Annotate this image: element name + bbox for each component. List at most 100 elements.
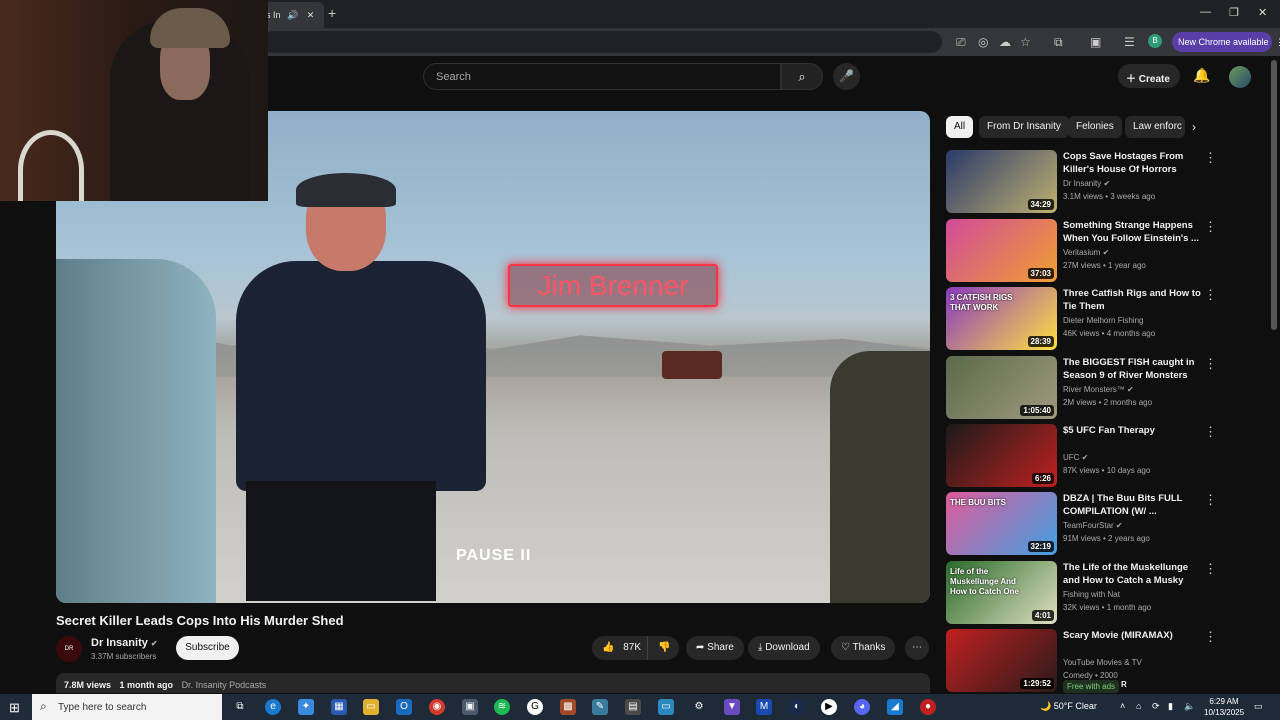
cast-icon[interactable]: ⎚ bbox=[956, 35, 966, 50]
app-purple-icon[interactable]: ▼ bbox=[724, 699, 740, 715]
recommendation-item[interactable]: 37:03 Something Strange Happens When You … bbox=[946, 219, 1236, 283]
notification-center-icon[interactable]: ▭ bbox=[1254, 701, 1263, 712]
settings-gear-icon[interactable]: ⚙ bbox=[691, 699, 707, 715]
hashtag[interactable]: Dr. Insanity Podcasts bbox=[182, 680, 267, 690]
kebab-menu-icon[interactable]: ⋮ bbox=[1204, 492, 1217, 508]
maximize-button[interactable]: ❐ bbox=[1229, 6, 1239, 19]
kebab-menu-icon[interactable]: ⋮ bbox=[1204, 287, 1217, 303]
recommendation-title[interactable]: Something Strange Happens When You Follo… bbox=[1063, 219, 1203, 245]
split-view-icon[interactable]: ▣ bbox=[1090, 35, 1101, 49]
recommendation-item[interactable]: Life of the Muskellunge And How to Catch… bbox=[946, 561, 1236, 625]
recommendation-channel[interactable]: Veritasium ✔ bbox=[1063, 248, 1109, 257]
chip-from-channel[interactable]: From Dr Insanity bbox=[979, 116, 1069, 138]
recommendation-title[interactable]: Cops Save Hostages From Killer's House O… bbox=[1063, 150, 1203, 176]
recommendation-thumbnail[interactable]: Life of the Muskellunge And How to Catch… bbox=[946, 561, 1057, 624]
steam-icon[interactable]: ◐ bbox=[789, 699, 805, 715]
search-input[interactable]: Search bbox=[423, 63, 781, 90]
recommendation-item[interactable]: 34:29 Cops Save Hostages From Killer's Ho… bbox=[946, 150, 1236, 214]
extension-ghost-icon[interactable]: ☁ bbox=[999, 35, 1011, 49]
thanks-button[interactable]: ♡ Thanks bbox=[831, 636, 896, 660]
recommendation-title[interactable]: Three Catfish Rigs and How to Tie Them bbox=[1063, 287, 1203, 313]
recommendation-item[interactable]: 1:29:52 Scary Movie (MIRAMAX) YouTube Movi… bbox=[946, 629, 1236, 693]
tray-sync-icon[interactable]: ⟳ bbox=[1152, 701, 1160, 712]
notifications-bell-icon[interactable]: 🔔 bbox=[1193, 67, 1210, 84]
new-tab-button[interactable]: + bbox=[328, 5, 336, 21]
search-button[interactable]: ⌕ bbox=[781, 63, 823, 90]
app-blue-icon[interactable]: ◢ bbox=[887, 699, 903, 715]
eye-off-icon[interactable]: ◎ bbox=[978, 35, 988, 49]
minimize-button[interactable]: — bbox=[1200, 6, 1211, 18]
extensions-icon[interactable]: ⧉ bbox=[1054, 35, 1063, 50]
recommendation-thumbnail[interactable]: 3 CATFISH RIGS THAT WORK 28:39 bbox=[946, 287, 1057, 350]
recommendation-title[interactable]: The BIGGEST FISH caught in Season 9 of R… bbox=[1063, 356, 1203, 382]
new-chrome-available-button[interactable]: New Chrome available ⋮ bbox=[1172, 32, 1280, 52]
recommendation-thumbnail[interactable]: 37:03 bbox=[946, 219, 1057, 282]
recommendation-channel[interactable]: YouTube Movies & TV bbox=[1063, 658, 1142, 667]
recommendation-item[interactable]: THE BUU BITS 32:19 DBZA | The Buu Bits FUL… bbox=[946, 492, 1236, 556]
recommendation-title[interactable]: The Life of the Muskellunge and How to C… bbox=[1063, 561, 1203, 587]
kebab-menu-icon[interactable]: ⋮ bbox=[1204, 219, 1217, 235]
copilot-icon[interactable]: ✦ bbox=[298, 699, 314, 715]
discord-icon[interactable]: ◕ bbox=[854, 699, 870, 715]
chip-law-enforcement[interactable]: Law enforc bbox=[1125, 116, 1185, 138]
recommendation-channel[interactable]: Dr Insanity ✔ bbox=[1063, 179, 1110, 188]
spotify-icon[interactable]: ≋ bbox=[494, 699, 510, 715]
weather-widget[interactable]: 🌙 50°F Clear bbox=[1040, 701, 1097, 712]
recommendation-item[interactable]: 6:26 $5 UFC Fan Therapy UFC ✔ 87K views • 1… bbox=[946, 424, 1236, 488]
app-display-icon[interactable]: ▭ bbox=[658, 699, 674, 715]
channel-avatar[interactable]: DR bbox=[56, 636, 82, 662]
create-button[interactable]: ＋ Create bbox=[1118, 64, 1180, 88]
account-avatar[interactable] bbox=[1229, 66, 1251, 88]
recommendation-item[interactable]: 1:05:40 The BIGGEST FISH caught in Season… bbox=[946, 356, 1236, 420]
file-explorer-icon[interactable]: ▭ bbox=[363, 699, 379, 715]
close-window-button[interactable]: ✕ bbox=[1258, 6, 1267, 19]
recommendation-thumbnail[interactable]: 1:05:40 bbox=[946, 356, 1057, 419]
app-game-icon[interactable]: ▩ bbox=[560, 699, 576, 715]
kebab-menu-icon[interactable]: ⋮ bbox=[1204, 150, 1217, 166]
app-notes-icon[interactable]: ✎ bbox=[592, 699, 608, 715]
kebab-menu-icon[interactable]: ⋮ bbox=[1204, 356, 1217, 372]
chrome-icon[interactable]: ◉ bbox=[429, 699, 445, 715]
recommendation-thumbnail[interactable]: THE BUU BITS 32:19 bbox=[946, 492, 1057, 555]
recommendation-title[interactable]: DBZA | The Buu Bits FULL COMPILATION (W/… bbox=[1063, 492, 1203, 518]
outlook-icon[interactable]: O bbox=[396, 699, 412, 715]
tray-battery-icon[interactable]: ▮ bbox=[1168, 701, 1173, 712]
system-clock[interactable]: 6:29 AM 10/13/2025 bbox=[1204, 696, 1244, 718]
kebab-menu-icon[interactable]: ⋮ bbox=[1204, 629, 1217, 645]
recommendation-title[interactable]: Scary Movie (MIRAMAX) bbox=[1063, 629, 1203, 642]
edge-icon[interactable]: e bbox=[265, 699, 281, 715]
description-box[interactable]: 7.8M views 1 month ago Dr. Insanity Podc… bbox=[56, 673, 930, 693]
taskbar-search-input[interactable]: Type here to search bbox=[32, 694, 222, 720]
store-icon[interactable]: ▦ bbox=[331, 699, 347, 715]
subscribe-button[interactable]: Subscribe bbox=[176, 636, 239, 660]
voice-search-button[interactable]: 🎤 bbox=[833, 63, 860, 90]
address-bar[interactable] bbox=[262, 31, 942, 53]
recommendation-channel[interactable]: Dieter Melhorn Fishing bbox=[1063, 316, 1143, 325]
windows-start-icon[interactable]: ⊞ bbox=[9, 700, 20, 716]
app-red-icon[interactable]: ● bbox=[920, 699, 936, 715]
recommendation-item[interactable]: 3 CATFISH RIGS THAT WORK 28:39 Three Catfi… bbox=[946, 287, 1236, 351]
kebab-menu-icon[interactable]: ⋮ bbox=[1204, 424, 1217, 440]
recommendation-thumbnail[interactable]: 34:29 bbox=[946, 150, 1057, 213]
chevron-right-icon[interactable]: › bbox=[1192, 120, 1196, 134]
chip-all[interactable]: All bbox=[946, 116, 974, 138]
calculator-icon[interactable]: ▤ bbox=[625, 699, 641, 715]
app-g-icon[interactable]: G bbox=[527, 699, 543, 715]
tray-chevron-up-icon[interactable]: ˄ bbox=[1120, 701, 1125, 711]
recommendation-channel[interactable]: River Monsters™ ✔ bbox=[1063, 385, 1134, 394]
recommendation-thumbnail[interactable]: 6:26 bbox=[946, 424, 1057, 487]
kebab-menu-icon[interactable]: ⋮ bbox=[1204, 561, 1217, 577]
tray-volume-icon[interactable]: 🔈 bbox=[1184, 701, 1195, 712]
profile-avatar[interactable]: B bbox=[1148, 34, 1162, 48]
recommendation-channel[interactable]: UFC ✔ bbox=[1063, 453, 1088, 462]
task-view-icon[interactable]: ⧉ bbox=[232, 699, 248, 715]
recommendation-channel[interactable]: Fishing with Nat bbox=[1063, 590, 1120, 599]
like-button[interactable]: 👍 87K bbox=[592, 636, 647, 660]
chip-felonies[interactable]: Felonies bbox=[1068, 116, 1122, 138]
photos-icon[interactable]: ▣ bbox=[462, 699, 478, 715]
recommendation-title[interactable]: $5 UFC Fan Therapy bbox=[1063, 424, 1203, 437]
reading-list-icon[interactable]: ☰ bbox=[1124, 35, 1135, 49]
media-player-icon[interactable]: ▶ bbox=[821, 699, 837, 715]
dislike-button[interactable]: 👎 bbox=[647, 636, 679, 660]
scrollbar[interactable] bbox=[1271, 60, 1277, 330]
